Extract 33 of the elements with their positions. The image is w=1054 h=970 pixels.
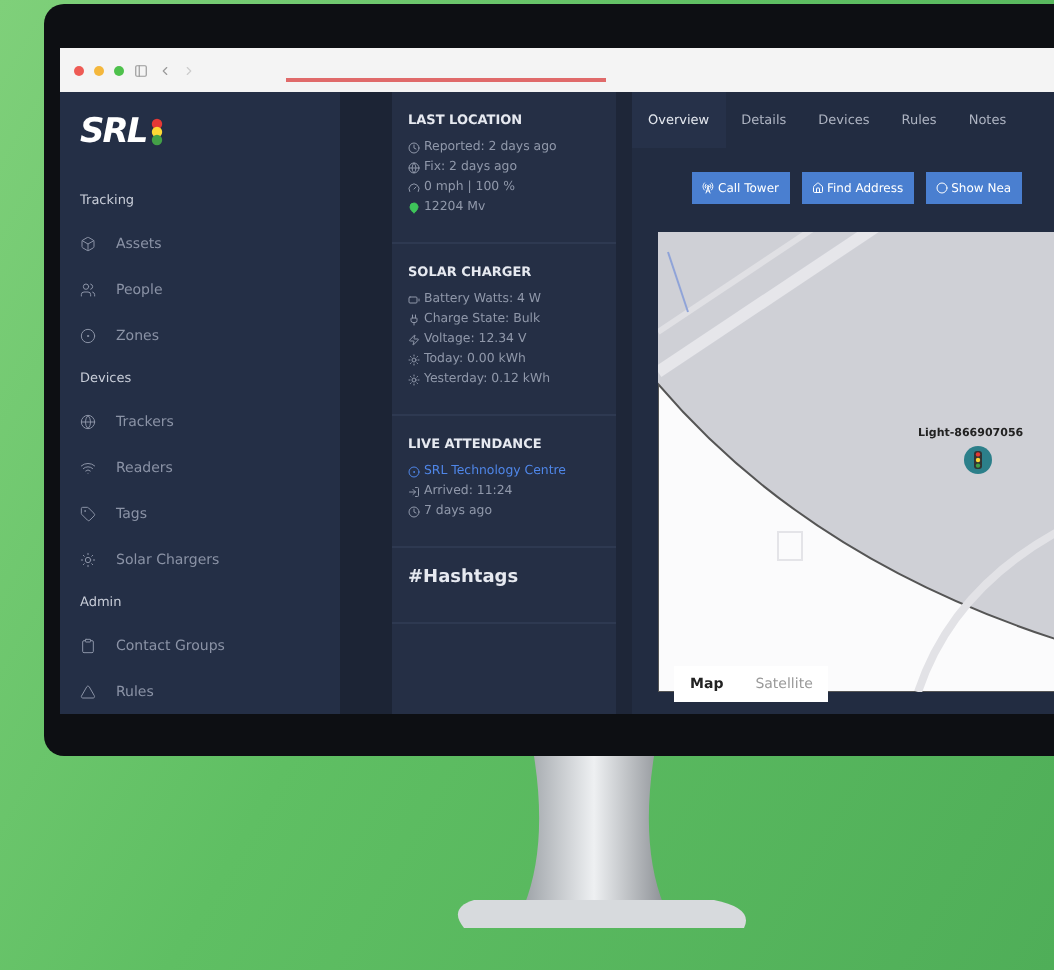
nav-icon (80, 505, 96, 521)
button-icon (935, 182, 948, 194)
nav-icon (80, 459, 96, 475)
nav-icon (80, 683, 96, 699)
maximize-icon[interactable] (114, 65, 124, 75)
button-icon (811, 182, 823, 194)
logo: SRL (80, 112, 147, 152)
back-icon[interactable] (158, 63, 172, 77)
card-title: #Hashtags (408, 568, 521, 588)
info-icon (408, 181, 420, 193)
info-icon (408, 141, 420, 153)
info-icon (408, 505, 420, 517)
nav-icon (80, 413, 96, 429)
info-icon (408, 465, 420, 477)
traffic-light-icon (148, 118, 167, 146)
nav-icon (80, 551, 96, 567)
info-icon (408, 485, 420, 497)
minimize-icon[interactable] (94, 65, 104, 75)
nav-icon (80, 281, 96, 297)
nav-icon (80, 327, 96, 343)
button-icon (702, 182, 714, 194)
info-icon (408, 293, 420, 305)
nav-icon (80, 637, 96, 653)
forward-icon[interactable] (182, 63, 196, 77)
info-icon (408, 313, 420, 325)
info-icon (408, 353, 420, 365)
traffic-light-marker-icon[interactable] (964, 446, 992, 474)
sidebar-icon[interactable] (134, 63, 148, 77)
info-icon (408, 373, 420, 385)
nav-icon (80, 235, 96, 251)
close-icon[interactable] (74, 65, 84, 75)
info-icon (408, 161, 420, 173)
info-icon (408, 333, 420, 345)
